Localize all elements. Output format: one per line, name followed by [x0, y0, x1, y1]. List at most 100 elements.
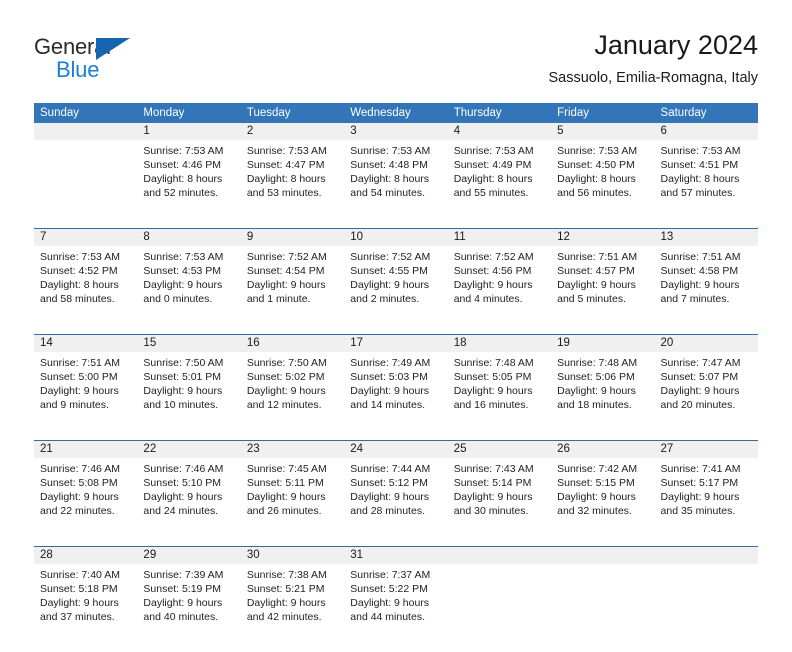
day-number[interactable]: 11: [448, 229, 551, 246]
day-cell[interactable]: Sunrise: 7:37 AM Sunset: 5:22 PM Daylight:…: [344, 564, 447, 652]
day-cell[interactable]: Sunrise: 7:53 AM Sunset: 4:46 PM Daylight:…: [137, 140, 240, 228]
week-cells: Sunrise: 7:40 AM Sunset: 5:18 PM Daylight:…: [34, 564, 758, 652]
day-cell[interactable]: Sunrise: 7:51 AM Sunset: 4:58 PM Daylight:…: [655, 246, 758, 334]
day-cell[interactable]: Sunrise: 7:47 AM Sunset: 5:07 PM Daylight:…: [655, 352, 758, 440]
day-cell[interactable]: Sunrise: 7:45 AM Sunset: 5:11 PM Daylight:…: [241, 458, 344, 546]
day-cell[interactable]: Sunrise: 7:53 AM Sunset: 4:53 PM Daylight:…: [137, 246, 240, 334]
sunset-text: Sunset: 5:11 PM: [246, 477, 324, 489]
day-cell[interactable]: Sunrise: 7:41 AM Sunset: 5:17 PM Daylight:…: [655, 458, 758, 546]
day-number[interactable]: 15: [137, 335, 240, 352]
day-number[interactable]: 30: [241, 547, 344, 564]
day-cell[interactable]: Sunrise: 7:40 AM Sunset: 5:18 PM Daylight:…: [34, 564, 137, 652]
day-cell[interactable]: Sunrise: 7:53 AM Sunset: 4:52 PM Daylight:…: [34, 246, 137, 334]
daylight-text: Daylight: 9 hours: [660, 279, 740, 291]
day-number[interactable]: 28: [34, 547, 137, 564]
day-number[interactable]: 3: [344, 123, 447, 140]
weekday-header-row: Sunday Monday Tuesday Wednesday Thursday Frid…: [34, 103, 758, 123]
page-title: January 2024: [594, 30, 758, 60]
day-cell[interactable]: Sunrise: 7:53 AM Sunset: 4:50 PM Daylight:…: [551, 140, 654, 228]
day-cell[interactable]: Sunrise: 7:48 AM Sunset: 5:05 PM Daylight:…: [448, 352, 551, 440]
day-cell[interactable]: Sunrise: 7:44 AM Sunset: 5:12 PM Daylight:…: [344, 458, 447, 546]
sunrise-text: Sunrise: 7:53 AM: [143, 145, 224, 157]
day-number[interactable]: 8: [137, 229, 240, 246]
daylight-text: Daylight: 9 hours: [660, 385, 740, 397]
day-number[interactable]: 27: [655, 441, 758, 458]
day-details: Sunrise: 7:39 AM Sunset: 5:19 PM Daylight:…: [137, 564, 240, 630]
day-number[interactable]: 18: [448, 335, 551, 352]
day-cell[interactable]: Sunrise: 7:53 AM Sunset: 4:48 PM Daylight:…: [344, 140, 447, 228]
day-number[interactable]: 20: [655, 335, 758, 352]
daylight-text: and 24 minutes.: [143, 505, 219, 517]
calendar-week-row: 7 8 9 10 11 12 13 Sunrise: 7:53 AM Sunset: 4:52 …: [34, 228, 758, 334]
day-number[interactable]: 9: [241, 229, 344, 246]
day-number[interactable]: 29: [137, 547, 240, 564]
day-number[interactable]: 19: [551, 335, 654, 352]
day-number[interactable]: 25: [448, 441, 551, 458]
day-number[interactable]: 12: [551, 229, 654, 246]
day-cell[interactable]: Sunrise: 7:51 AM Sunset: 4:57 PM Daylight:…: [551, 246, 654, 334]
day-cell[interactable]: Sunrise: 7:48 AM Sunset: 5:06 PM Daylight:…: [551, 352, 654, 440]
day-cell[interactable]: Sunrise: 7:51 AM Sunset: 5:00 PM Daylight:…: [34, 352, 137, 440]
day-number[interactable]: 2: [241, 123, 344, 140]
day-cell[interactable]: Sunrise: 7:46 AM Sunset: 5:08 PM Daylight:…: [34, 458, 137, 546]
day-number[interactable]: 16: [241, 335, 344, 352]
sunset-text: Sunset: 5:01 PM: [143, 371, 222, 383]
sunrise-text: Sunrise: 7:53 AM: [453, 145, 534, 157]
day-number[interactable]: 23: [241, 441, 344, 458]
day-cell[interactable]: Sunrise: 7:52 AM Sunset: 4:54 PM Daylight:…: [241, 246, 344, 334]
day-details: Sunrise: 7:45 AM Sunset: 5:11 PM Daylight:…: [241, 458, 344, 524]
sunset-text: Sunset: 5:08 PM: [40, 477, 118, 489]
generalblue-logo[interactable]: General Blue: [34, 34, 154, 86]
day-cell[interactable]: Sunrise: 7:43 AM Sunset: 5:14 PM Daylight:…: [448, 458, 551, 546]
day-cell[interactable]: Sunrise: 7:42 AM Sunset: 5:15 PM Daylight:…: [551, 458, 654, 546]
daylight-text: and 52 minutes.: [143, 187, 219, 199]
day-number[interactable]: 17: [344, 335, 447, 352]
sunset-text: Sunset: 4:49 PM: [453, 159, 532, 171]
day-number[interactable]: 7: [34, 229, 137, 246]
day-number[interactable]: 10: [344, 229, 447, 246]
sunset-text: Sunset: 5:10 PM: [143, 477, 222, 489]
day-number[interactable]: 1: [137, 123, 240, 140]
day-number[interactable]: 26: [551, 441, 654, 458]
sunrise-text: Sunrise: 7:37 AM: [350, 569, 431, 581]
day-cell[interactable]: Sunrise: 7:46 AM Sunset: 5:10 PM Daylight:…: [137, 458, 240, 546]
daylight-text: and 54 minutes.: [350, 187, 425, 199]
day-number[interactable]: 4: [448, 123, 551, 140]
daylight-text: and 53 minutes.: [246, 187, 322, 199]
day-cell[interactable]: Sunrise: 7:50 AM Sunset: 5:01 PM Daylight:…: [137, 352, 240, 440]
sunset-text: Sunset: 5:03 PM: [350, 371, 428, 383]
day-number[interactable]: 31: [344, 547, 447, 564]
daylight-text: Daylight: 9 hours: [40, 491, 119, 503]
day-cell[interactable]: Sunrise: 7:53 AM Sunset: 4:51 PM Daylight:…: [655, 140, 758, 228]
day-cell[interactable]: Sunrise: 7:49 AM Sunset: 5:03 PM Daylight:…: [344, 352, 447, 440]
day-cell[interactable]: Sunrise: 7:53 AM Sunset: 4:49 PM Daylight:…: [448, 140, 551, 228]
day-number[interactable]: 24: [344, 441, 447, 458]
day-details: Sunrise: 7:53 AM Sunset: 4:49 PM Daylight:…: [448, 140, 551, 206]
day-details: Sunrise: 7:53 AM Sunset: 4:47 PM Daylight:…: [241, 140, 344, 206]
day-number[interactable]: 5: [551, 123, 654, 140]
day-number[interactable]: 21: [34, 441, 137, 458]
sunset-text: Sunset: 4:58 PM: [660, 265, 739, 277]
day-cell[interactable]: Sunrise: 7:52 AM Sunset: 4:55 PM Daylight:…: [344, 246, 447, 334]
day-cell[interactable]: Sunrise: 7:39 AM Sunset: 5:19 PM Daylight:…: [137, 564, 240, 652]
daylight-text: and 14 minutes.: [350, 399, 425, 411]
daylight-text: Daylight: 9 hours: [246, 385, 326, 397]
day-cell[interactable]: Sunrise: 7:50 AM Sunset: 5:02 PM Daylight:…: [241, 352, 344, 440]
day-number[interactable]: 6: [655, 123, 758, 140]
sunset-text: Sunset: 5:06 PM: [557, 371, 635, 383]
day-cell[interactable]: Sunrise: 7:38 AM Sunset: 5:21 PM Daylight:…: [241, 564, 344, 652]
day-number[interactable]: 13: [655, 229, 758, 246]
sunrise-text: Sunrise: 7:52 AM: [350, 251, 431, 263]
day-details: Sunrise: 7:46 AM Sunset: 5:10 PM Daylight:…: [137, 458, 240, 524]
day-details: Sunrise: 7:38 AM Sunset: 5:21 PM Daylight:…: [241, 564, 344, 630]
daylight-text: Daylight: 8 hours: [557, 173, 636, 185]
day-number[interactable]: 22: [137, 441, 240, 458]
daylight-text: and 30 minutes.: [453, 505, 529, 517]
daylight-text: Daylight: 9 hours: [350, 597, 430, 609]
day-cell[interactable]: Sunrise: 7:53 AM Sunset: 4:47 PM Daylight:…: [241, 140, 344, 228]
day-details: Sunrise: 7:44 AM Sunset: 5:12 PM Daylight:…: [344, 458, 447, 524]
day-cell[interactable]: Sunrise: 7:52 AM Sunset: 4:56 PM Daylight:…: [448, 246, 551, 334]
day-number[interactable]: 14: [34, 335, 137, 352]
calendar-grid: Sunday Monday Tuesday Wednesday Thursday Frid…: [34, 103, 758, 652]
day-number-band: 14 15 16 17 18 19 20: [34, 335, 758, 352]
